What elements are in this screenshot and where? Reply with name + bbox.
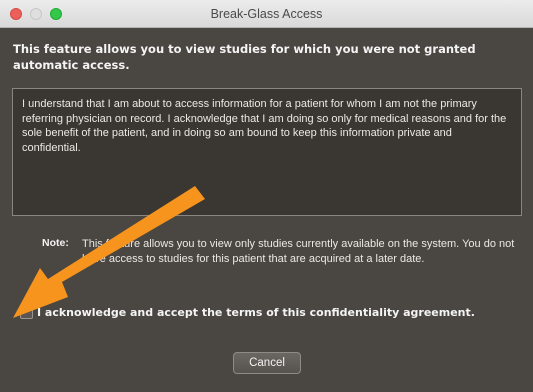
note-text: This feature allows you to view only stu…: [82, 238, 515, 265]
acknowledge-label[interactable]: I acknowledge and accept the terms of th…: [37, 305, 475, 321]
agreement-text: I understand that I am about to access i…: [22, 98, 507, 154]
acknowledge-checkbox[interactable]: [20, 306, 33, 319]
intro-text: This feature allows you to view studies …: [13, 42, 476, 72]
acknowledge-row[interactable]: I acknowledge and accept the terms of th…: [20, 305, 532, 321]
cancel-button[interactable]: Cancel: [233, 352, 301, 374]
note-label: Note:: [42, 237, 69, 249]
window-title: Break-Glass Access: [210, 7, 323, 21]
break-glass-dialog: Break-Glass Access This feature allows y…: [0, 0, 533, 392]
title-bar: Break-Glass Access: [0, 0, 533, 28]
agreement-text-area[interactable]: I understand that I am about to access i…: [12, 88, 522, 216]
